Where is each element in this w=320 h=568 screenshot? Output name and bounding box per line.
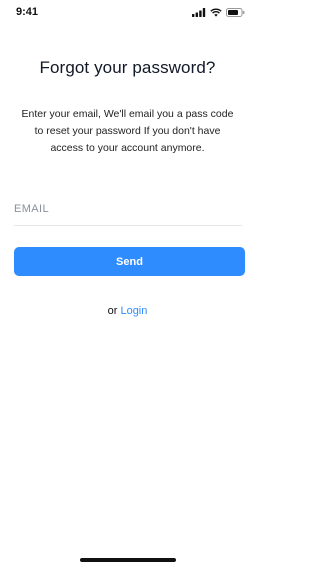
- page-title: Forgot your password?: [39, 58, 216, 77]
- send-button[interactable]: Send: [14, 247, 245, 276]
- signal-icon: [192, 8, 206, 17]
- battery-icon: [226, 8, 245, 17]
- instructions-text: Enter your email, We'll email you a pass…: [21, 108, 234, 154]
- email-field[interactable]: [14, 193, 242, 226]
- alt-login-row: or Login: [0, 305, 255, 317]
- status-icons: [192, 8, 245, 17]
- or-text: or: [107, 305, 118, 317]
- login-link[interactable]: Login: [120, 305, 147, 317]
- wifi-icon: [210, 8, 222, 17]
- status-bar: 9:41: [0, 0, 255, 24]
- home-indicator[interactable]: [80, 558, 176, 562]
- status-time: 9:41: [16, 6, 39, 18]
